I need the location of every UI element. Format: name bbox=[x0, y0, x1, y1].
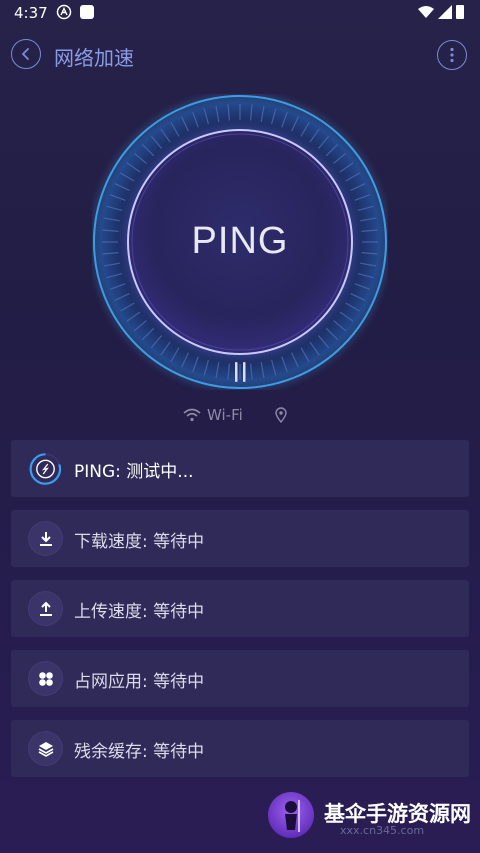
residual-cache-text: 残余缓存: 等待中 bbox=[74, 742, 205, 762]
battery-icon bbox=[456, 5, 464, 19]
signal-icon bbox=[438, 5, 452, 19]
upload-icon bbox=[29, 592, 62, 625]
list-item-apps[interactable]: 占网应用: 等待中 bbox=[11, 650, 469, 707]
chevron-left-icon bbox=[21, 48, 29, 60]
watermark-subtext: xxx.cn345.com bbox=[340, 824, 425, 837]
speedometer-icon bbox=[29, 452, 62, 485]
download-speed-text: 下载速度: 等待中 bbox=[74, 532, 205, 552]
watermark-logo-icon bbox=[268, 792, 314, 838]
back-button[interactable] bbox=[11, 39, 41, 69]
network-type-label: Wi-Fi bbox=[207, 406, 243, 424]
list-item-download[interactable]: 下载速度: 等待中 bbox=[11, 510, 469, 567]
more-vertical-icon bbox=[450, 47, 454, 63]
ping-status-text: PING: 测试中... bbox=[74, 462, 194, 482]
wifi-status-icon bbox=[418, 6, 434, 18]
assistant-icon bbox=[56, 4, 72, 20]
status-bar: 4:37 bbox=[0, 0, 480, 28]
dial-indicator bbox=[235, 362, 238, 382]
layers-icon bbox=[29, 732, 62, 765]
location-pin-icon[interactable] bbox=[275, 407, 287, 423]
page-title: 网络加速 bbox=[54, 46, 134, 70]
list-item-ping[interactable]: PING: 测试中... bbox=[11, 440, 469, 497]
apps-grid-icon bbox=[29, 662, 62, 695]
app-header: 网络加速 bbox=[0, 36, 480, 76]
notification-icon bbox=[80, 5, 94, 19]
dial-label: PING bbox=[191, 220, 289, 262]
list-item-upload[interactable]: 上传速度: 等待中 bbox=[11, 580, 469, 637]
watermark: 基伞手游资源网 xxx.cn345.com bbox=[268, 788, 480, 848]
status-time: 4:37 bbox=[14, 4, 48, 22]
wifi-icon bbox=[183, 408, 201, 422]
list-item-cache[interactable]: 残余缓存: 等待中 bbox=[11, 720, 469, 777]
network-apps-text: 占网应用: 等待中 bbox=[74, 672, 205, 692]
download-icon bbox=[29, 522, 62, 555]
more-options-button[interactable] bbox=[437, 40, 467, 70]
network-info: Wi-Fi bbox=[0, 406, 480, 426]
dial-indicator bbox=[243, 362, 246, 382]
upload-speed-text: 上传速度: 等待中 bbox=[74, 602, 205, 622]
